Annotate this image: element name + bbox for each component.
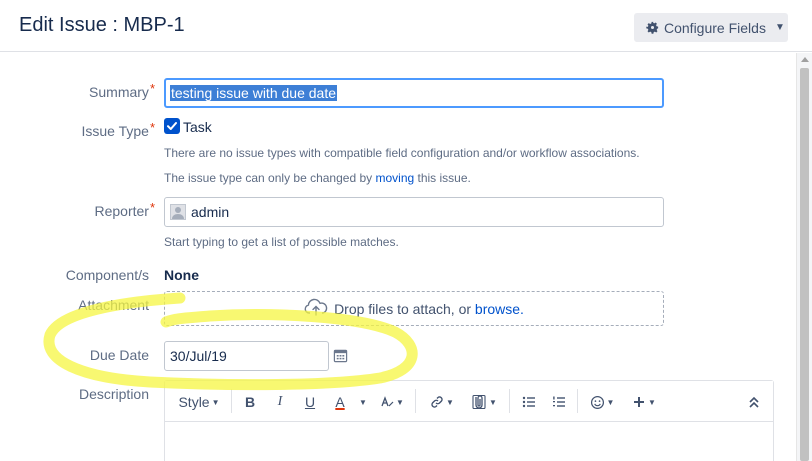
chevron-down-icon: ▼ bbox=[446, 397, 454, 407]
text-color-dropdown[interactable]: ▼ bbox=[355, 391, 369, 413]
emoji-icon bbox=[590, 395, 604, 409]
browse-link[interactable]: browse. bbox=[475, 301, 524, 317]
numbered-list-button[interactable] bbox=[549, 391, 569, 413]
required-mark: * bbox=[149, 200, 155, 215]
underline-button[interactable]: U bbox=[301, 391, 319, 413]
text-color-button[interactable]: A bbox=[331, 391, 349, 413]
link-icon bbox=[431, 396, 443, 408]
issue-type-label: Issue Type* bbox=[60, 120, 155, 139]
due-date-value: 30/Jul/19 bbox=[170, 348, 227, 364]
scroll-up-arrow-icon[interactable] bbox=[801, 57, 809, 62]
scrollbar[interactable] bbox=[796, 53, 812, 461]
style-label: Style bbox=[178, 394, 210, 410]
chevron-down-icon: ▼ bbox=[648, 397, 656, 407]
summary-label: Summary* bbox=[60, 81, 155, 100]
plus-icon bbox=[634, 397, 645, 407]
italic-button[interactable]: I bbox=[271, 391, 289, 413]
paperclip-icon bbox=[472, 394, 486, 410]
issue-type-note: There are no issue types with compatible… bbox=[164, 146, 640, 160]
text-style-icon bbox=[381, 396, 394, 407]
chevron-down-icon: ▼ bbox=[606, 397, 615, 407]
moving-link[interactable]: moving bbox=[375, 171, 414, 185]
insert-more-button[interactable]: ▼ bbox=[629, 391, 659, 413]
toolbar-divider bbox=[415, 389, 416, 413]
chevron-down-icon: ▼ bbox=[211, 397, 220, 407]
task-type-checkbox[interactable] bbox=[164, 118, 180, 134]
summary-value: testing issue with due date bbox=[170, 85, 337, 101]
more-formatting-button[interactable]: ▼ bbox=[377, 391, 407, 413]
attachment-label: Attachment bbox=[78, 297, 149, 313]
toolbar-divider bbox=[509, 389, 510, 413]
reporter-field[interactable]: admin bbox=[164, 197, 664, 227]
description-editor[interactable]: Style ▼ B I U A ▼ ▼ ▼ ▼ ▼ ▼ bbox=[164, 380, 774, 461]
cloud-upload-icon bbox=[304, 298, 328, 319]
reporter-value: admin bbox=[191, 204, 230, 220]
calendar-icon[interactable] bbox=[333, 348, 348, 363]
gear-icon bbox=[645, 20, 660, 35]
numbered-list-icon bbox=[553, 396, 565, 407]
double-chevron-up-icon bbox=[749, 396, 759, 408]
chevron-down-icon: ▼ bbox=[489, 397, 497, 407]
move-note-suffix: this issue. bbox=[414, 171, 471, 185]
chevron-down-icon: ▼ bbox=[359, 397, 367, 407]
bullet-list-icon bbox=[522, 396, 535, 408]
due-date-label: Due Date bbox=[89, 347, 149, 363]
collapse-toolbar-button[interactable] bbox=[745, 391, 763, 413]
summary-label-text: Summary bbox=[89, 84, 149, 100]
description-label: Description bbox=[78, 386, 149, 402]
components-value: None bbox=[164, 267, 199, 283]
attachment-dropzone[interactable]: Drop files to attach, or browse. bbox=[164, 291, 664, 326]
summary-input[interactable]: testing issue with due date bbox=[164, 78, 664, 108]
configure-fields-button[interactable]: Configure Fields ▼ bbox=[634, 13, 788, 42]
issue-type-move-note: The issue type can only be changed by mo… bbox=[164, 171, 471, 185]
chevron-down-icon: ▼ bbox=[396, 397, 404, 407]
bold-button[interactable]: B bbox=[241, 391, 259, 413]
checkmark-icon bbox=[167, 122, 177, 130]
drop-files-text: Drop files to attach, or browse. bbox=[334, 301, 524, 317]
style-dropdown[interactable]: Style ▼ bbox=[177, 391, 221, 413]
required-mark: * bbox=[149, 120, 155, 135]
emoji-button[interactable]: ▼ bbox=[587, 391, 617, 413]
link-button[interactable]: ▼ bbox=[427, 391, 457, 413]
attachment-button[interactable]: ▼ bbox=[467, 391, 501, 413]
dialog-header: Edit Issue : MBP-1 Configure Fields ▼ bbox=[0, 0, 812, 52]
scroll-thumb[interactable] bbox=[800, 68, 809, 461]
reporter-label-text: Reporter bbox=[94, 203, 149, 219]
bullet-list-button[interactable] bbox=[519, 391, 539, 413]
move-note-prefix: The issue type can only be changed by bbox=[164, 171, 376, 185]
drop-text: Drop files to attach, or bbox=[334, 300, 475, 317]
configure-fields-label: Configure Fields bbox=[664, 19, 766, 36]
due-date-input[interactable]: 30/Jul/19 bbox=[164, 341, 329, 371]
required-mark: * bbox=[149, 81, 155, 96]
reporter-label: Reporter* bbox=[60, 200, 155, 219]
dialog-title: Edit Issue : MBP-1 bbox=[19, 14, 185, 36]
user-avatar-icon bbox=[170, 204, 186, 220]
editor-toolbar: Style ▼ B I U A ▼ ▼ ▼ ▼ ▼ ▼ bbox=[165, 381, 773, 422]
issue-type-label-text: Issue Type bbox=[81, 123, 149, 139]
toolbar-divider bbox=[577, 389, 578, 413]
issue-type-value: Task bbox=[183, 119, 212, 135]
components-label: Component/s bbox=[65, 267, 149, 283]
toolbar-divider bbox=[231, 389, 232, 413]
reporter-hint: Start typing to get a list of possible m… bbox=[164, 235, 399, 249]
chevron-down-icon: ▼ bbox=[774, 22, 785, 33]
